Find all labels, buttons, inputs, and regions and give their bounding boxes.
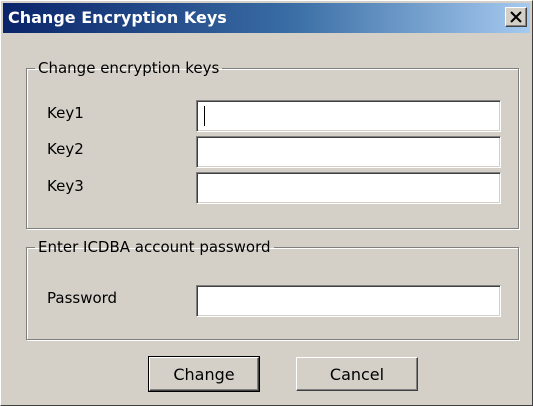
key2-input[interactable] [196, 136, 501, 168]
password-label: Password [47, 289, 118, 307]
text-caret [204, 106, 205, 126]
key1-label: Key1 [47, 104, 84, 122]
icdba-password-legend: Enter ICDBA account password [38, 238, 271, 256]
key3-label: Key3 [47, 177, 84, 195]
change-button[interactable]: Change [148, 356, 260, 392]
close-icon [510, 11, 522, 23]
cancel-button[interactable]: Cancel [296, 357, 418, 391]
window-title: Change Encryption Keys [8, 8, 227, 27]
key1-input[interactable] [196, 100, 501, 132]
change-encryption-keys-dialog: Change Encryption Keys Change encryption… [0, 0, 533, 406]
password-input[interactable] [196, 285, 501, 317]
change-encryption-keys-legend: Change encryption keys [38, 59, 220, 77]
title-bar[interactable]: Change Encryption Keys [3, 3, 530, 33]
close-button[interactable] [505, 7, 527, 27]
key3-input[interactable] [196, 172, 501, 204]
key2-label: Key2 [47, 140, 84, 158]
